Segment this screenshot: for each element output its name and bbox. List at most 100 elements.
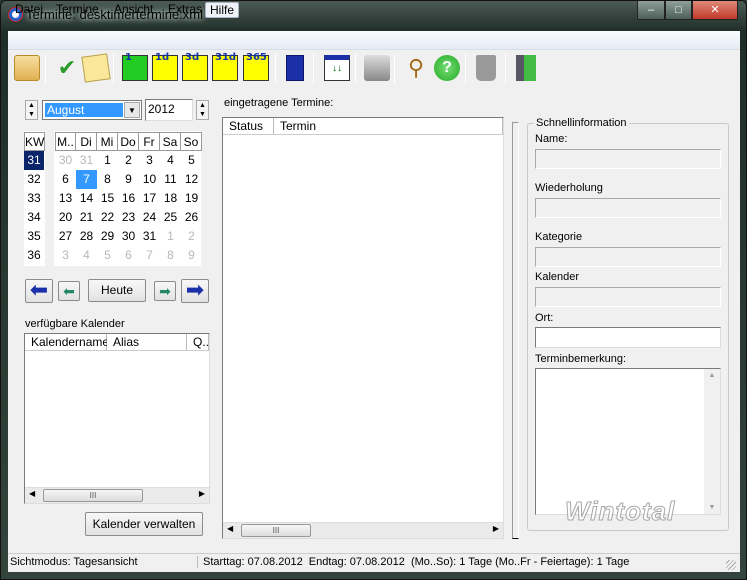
- notepad-icon[interactable]: [81, 53, 111, 83]
- today-button[interactable]: Heute: [88, 279, 146, 302]
- year-input[interactable]: 2012: [145, 99, 193, 121]
- calendar-day[interactable]: 14: [76, 189, 97, 208]
- month-spinner[interactable]: ▲ ▼: [25, 100, 38, 120]
- month-select[interactable]: August ▼: [42, 100, 142, 120]
- location-field[interactable]: [535, 327, 721, 348]
- calendar-day[interactable]: 4: [76, 246, 97, 265]
- calendar-day[interactable]: 26: [181, 208, 202, 227]
- next-month-button[interactable]: ➡: [181, 279, 209, 303]
- calendar-day[interactable]: 17: [139, 189, 160, 208]
- scroll-left-icon[interactable]: ◀: [227, 524, 233, 533]
- calendar-day[interactable]: 22: [97, 208, 118, 227]
- search-icon[interactable]: ⚲: [403, 55, 429, 81]
- calendar-day[interactable]: 8: [97, 170, 118, 189]
- maximize-button[interactable]: □: [665, 1, 692, 20]
- name-field[interactable]: [535, 149, 721, 169]
- next-day-button[interactable]: ➡: [154, 281, 176, 301]
- open-folder-icon[interactable]: [14, 55, 40, 81]
- prev-day-button[interactable]: ⬅: [58, 281, 80, 301]
- trash-icon[interactable]: [476, 55, 496, 81]
- col-q[interactable]: Q...: [187, 334, 209, 351]
- calendar-day[interactable]: 6: [118, 246, 139, 265]
- calendar-day[interactable]: 16: [118, 189, 139, 208]
- week-number[interactable]: 36: [24, 246, 44, 265]
- week-number[interactable]: 34: [24, 208, 44, 227]
- calendar-day[interactable]: 5: [181, 151, 202, 170]
- menu-hilfe[interactable]: Hilfe: [205, 2, 240, 18]
- calendar-day[interactable]: 9: [181, 246, 202, 265]
- scroll-thumb[interactable]: III: [43, 489, 143, 502]
- calendar-day[interactable]: 24: [139, 208, 160, 227]
- calendar-day[interactable]: 4: [160, 151, 181, 170]
- calendar-day[interactable]: 2: [118, 151, 139, 170]
- splitter[interactable]: [512, 122, 519, 539]
- col-alias[interactable]: Alias: [107, 334, 187, 351]
- year-spinner[interactable]: ▲ ▼: [196, 100, 209, 120]
- calendar-day[interactable]: 12: [181, 170, 202, 189]
- col-termin[interactable]: Termin: [274, 118, 503, 135]
- week-number[interactable]: 33: [24, 189, 44, 208]
- exit-icon[interactable]: [516, 55, 536, 81]
- calendar-day[interactable]: 11: [160, 170, 181, 189]
- close-button[interactable]: ✕: [692, 1, 738, 20]
- printer-icon[interactable]: [364, 55, 390, 81]
- calendar-day[interactable]: 31: [139, 227, 160, 246]
- import-icon[interactable]: ↓↓: [324, 55, 350, 81]
- calendar-day[interactable]: 1: [97, 151, 118, 170]
- col-status[interactable]: Status: [223, 118, 274, 135]
- calendars-hscrollbar[interactable]: ◀ III ▶: [25, 487, 209, 503]
- menu-termine[interactable]: Termine: [52, 2, 103, 18]
- calendar-day[interactable]: 30: [55, 151, 76, 170]
- calendar-day[interactable]: 3: [55, 246, 76, 265]
- new-book-icon[interactable]: [286, 55, 304, 81]
- calendar-field[interactable]: [535, 287, 721, 307]
- prev-month-button[interactable]: ⬅: [25, 279, 53, 303]
- one-day-icon[interactable]: 1d: [152, 52, 178, 81]
- week-number[interactable]: 31: [24, 151, 44, 170]
- calendar-day[interactable]: 23: [118, 208, 139, 227]
- calendar-day[interactable]: 8: [160, 246, 181, 265]
- calendar-day[interactable]: 29: [97, 227, 118, 246]
- resize-grip[interactable]: [726, 560, 736, 570]
- menu-datei[interactable]: Datei: [11, 2, 47, 18]
- scroll-right-icon[interactable]: ▶: [493, 524, 499, 533]
- scroll-left-icon[interactable]: ◀: [29, 489, 35, 498]
- calendar-day[interactable]: 7: [139, 246, 160, 265]
- calendar-day[interactable]: 19: [181, 189, 202, 208]
- calendar-day[interactable]: 5: [97, 246, 118, 265]
- note-vscrollbar[interactable]: ▲ ▼: [704, 369, 720, 514]
- repeat-field[interactable]: [535, 198, 721, 218]
- calendar-day[interactable]: 31: [76, 151, 97, 170]
- calendar-day[interactable]: 6: [55, 170, 76, 189]
- calendar-day[interactable]: 2: [181, 227, 202, 246]
- calendar-day[interactable]: 18: [160, 189, 181, 208]
- week-number[interactable]: 32: [24, 170, 44, 189]
- manage-calendars-button[interactable]: Kalender verwalten: [85, 512, 203, 536]
- calendar-day[interactable]: 7: [76, 170, 97, 189]
- calendar-day[interactable]: 10: [139, 170, 160, 189]
- check-icon[interactable]: ✔: [54, 55, 80, 81]
- menu-extras[interactable]: Extras: [164, 2, 206, 18]
- year-icon[interactable]: 365: [243, 52, 269, 81]
- appointments-hscrollbar[interactable]: ◀ III ▶: [223, 522, 503, 538]
- minimize-button[interactable]: –: [637, 1, 665, 20]
- month-icon[interactable]: 31d: [212, 52, 238, 81]
- menu-ansicht[interactable]: Ansicht: [110, 2, 157, 18]
- col-kalendername[interactable]: Kalendername: [25, 334, 109, 351]
- help-icon[interactable]: ?: [434, 55, 460, 81]
- calendar-day[interactable]: 9: [118, 170, 139, 189]
- three-day-icon[interactable]: 3d: [182, 52, 208, 81]
- appointments-list[interactable]: Status Termin ◀ III ▶: [222, 117, 504, 539]
- day-view-icon[interactable]: 1: [122, 52, 148, 81]
- calendar-day[interactable]: 1: [160, 227, 181, 246]
- calendar-day[interactable]: 21: [76, 208, 97, 227]
- calendar-day[interactable]: 20: [55, 208, 76, 227]
- calendar-day[interactable]: 30: [118, 227, 139, 246]
- scroll-thumb[interactable]: III: [241, 524, 311, 537]
- category-field[interactable]: [535, 247, 721, 267]
- calendar-day[interactable]: 15: [97, 189, 118, 208]
- calendar-day[interactable]: 13: [55, 189, 76, 208]
- note-textarea[interactable]: ▲ ▼: [535, 368, 721, 515]
- calendar-day[interactable]: 27: [55, 227, 76, 246]
- chevron-down-icon[interactable]: ▼: [124, 102, 140, 118]
